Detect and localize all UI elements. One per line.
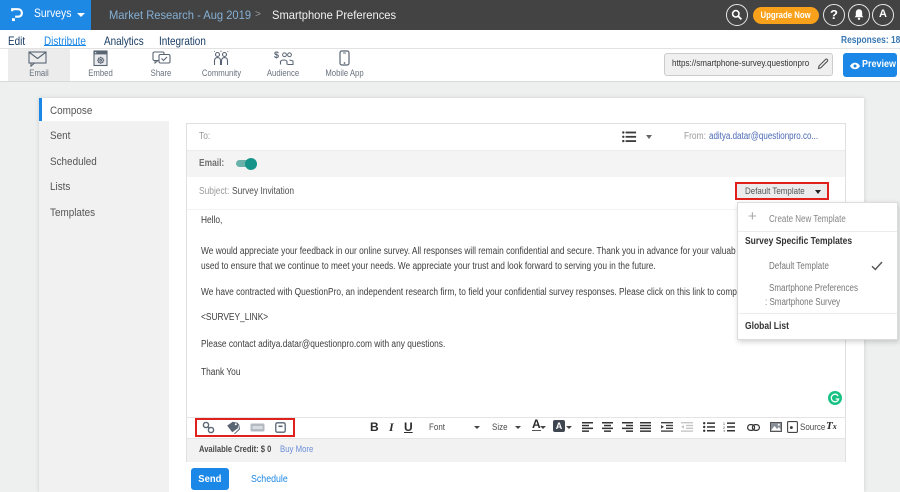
svg-text:●: ● [789, 425, 793, 432]
svg-text:3: 3 [723, 429, 725, 432]
svg-text:$: $ [274, 50, 279, 60]
